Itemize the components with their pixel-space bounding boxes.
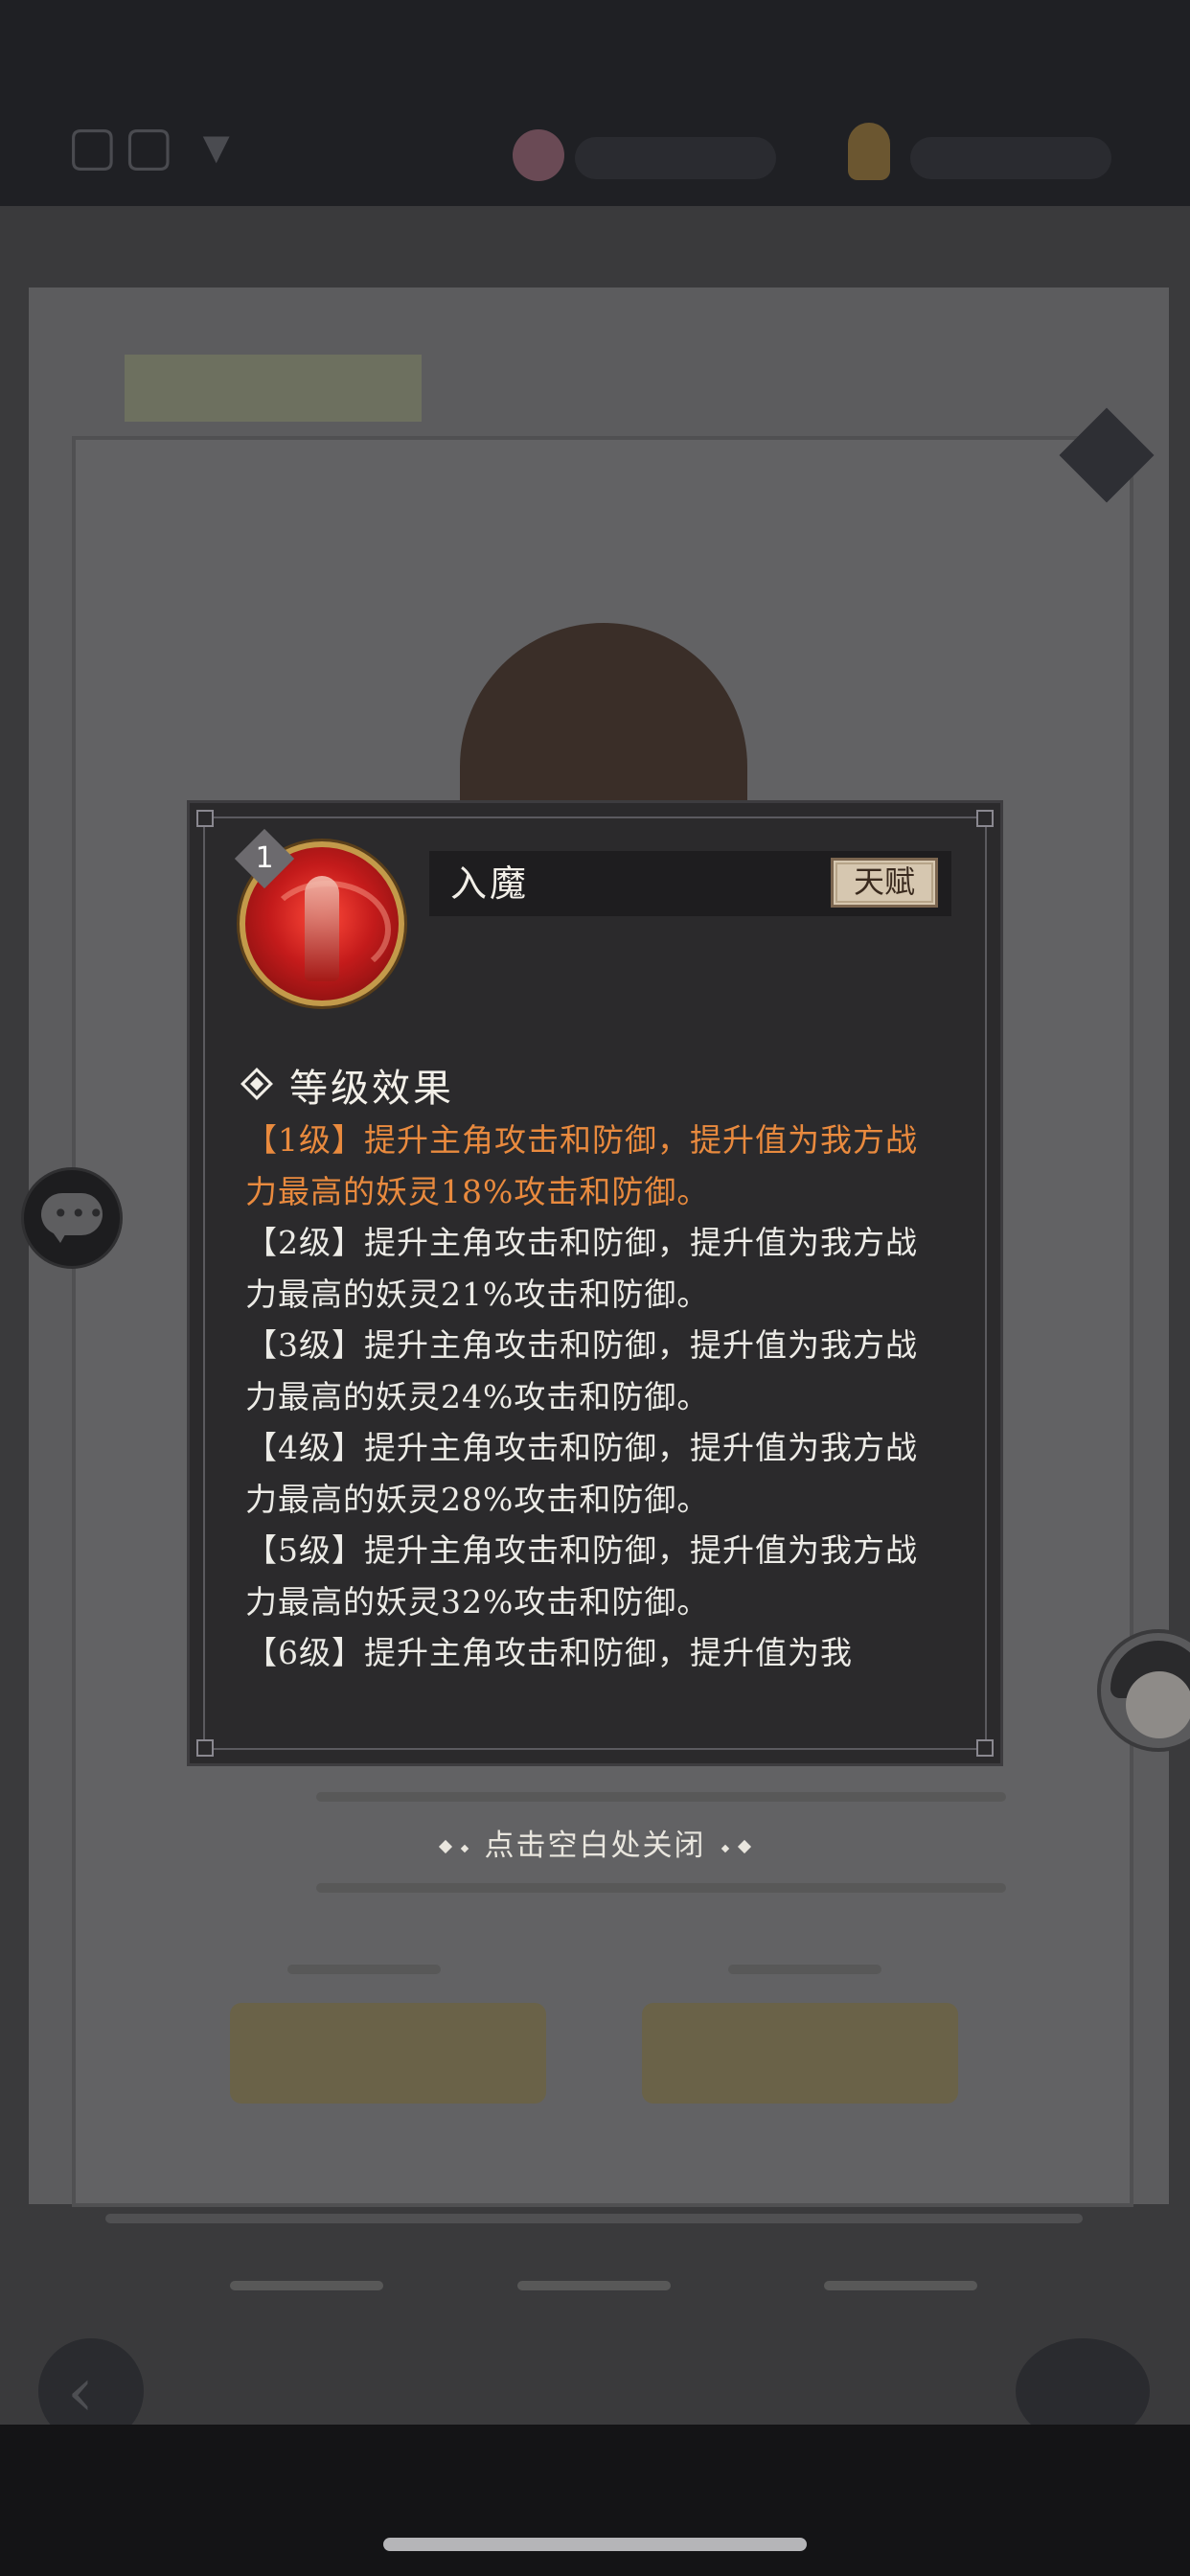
level-effect-2: 【2级】提升主角攻击和防御，提升值为我方战力最高的妖灵21%攻击和防御。 [245,1224,918,1313]
background-stats-row [105,2214,1083,2223]
level-effect-6: 【6级】提升主角攻击和防御，提升值为我 [245,1634,853,1671]
energy-counter[interactable] [910,137,1111,179]
background-stat [824,2281,977,2290]
level-effect-3: 【3级】提升主角攻击和防御，提升值为我方战力最高的妖灵24%攻击和防御。 [245,1326,918,1415]
hint-diamond-icon [438,1839,452,1854]
background-button-right [642,2003,958,2104]
close-hint-text: 点击空白处关闭 [484,1828,706,1863]
level-effects-list[interactable]: 【1级】提升主角攻击和防御，提升值为我方战力最高的妖灵18%攻击和防御。 【2级… [245,1115,935,1690]
hint-diamond-icon [738,1839,752,1854]
talent-tag: 天赋 [831,858,938,908]
skill-figure [305,876,339,981]
energy-icon [848,123,890,180]
background-stat [517,2281,671,2290]
avatar-face [1126,1671,1190,1738]
diamond-bullet-icon [240,1068,273,1100]
bottom-bar [0,2425,1190,2576]
hint-diamond-icon [460,1844,469,1853]
background-text-line [316,1883,1006,1893]
background-text-line [728,1965,881,1974]
close-hint[interactable]: 点击空白处关闭 [0,1821,1190,1864]
skill-name: 入魔 [450,862,530,905]
section-title: 等级效果 [240,1057,454,1113]
level-effect-1: 【1级】提升主角攻击和防御，提升值为我方战力最高的妖灵18%攻击和防御。 [245,1121,918,1210]
background-text-line [316,1792,1006,1802]
home-indicator[interactable] [383,2538,807,2551]
chat-dots: ••• [53,1198,106,1230]
frame-corner [976,810,994,827]
frame-corner [976,1739,994,1757]
frame-corner [196,1739,214,1757]
section-title-text: 等级效果 [289,1067,454,1111]
currency-counter[interactable] [575,137,776,179]
frame-corner [196,810,214,827]
background-stat [230,2281,383,2290]
level-effect-4: 【4级】提升主角攻击和防御，提升值为我方战力最高的妖灵28%攻击和防御。 [245,1429,918,1518]
skill-level: 1 [255,841,274,875]
level-effect-5: 【5级】提升主角攻击和防御，提升值为我方战力最高的妖灵32%攻击和防御。 [245,1531,918,1621]
top-title-blurred: ▢▢ ▾ [67,115,236,177]
back-arrow-icon: ‹ [67,2353,94,2431]
skill-name-bar: 入魔 天赋 [429,851,951,916]
skill-detail-popup: 1 入魔 天赋 等级效果 【1级】提升主角攻击和防御，提升值为我方战力最高的妖灵… [187,800,1003,1766]
background-button-left [230,2003,546,2104]
background-banner [125,355,422,422]
currency-icon [513,129,564,181]
chat-button[interactable]: ••• [21,1167,123,1269]
background-text-line [287,1965,441,1974]
hint-diamond-icon [721,1844,730,1853]
